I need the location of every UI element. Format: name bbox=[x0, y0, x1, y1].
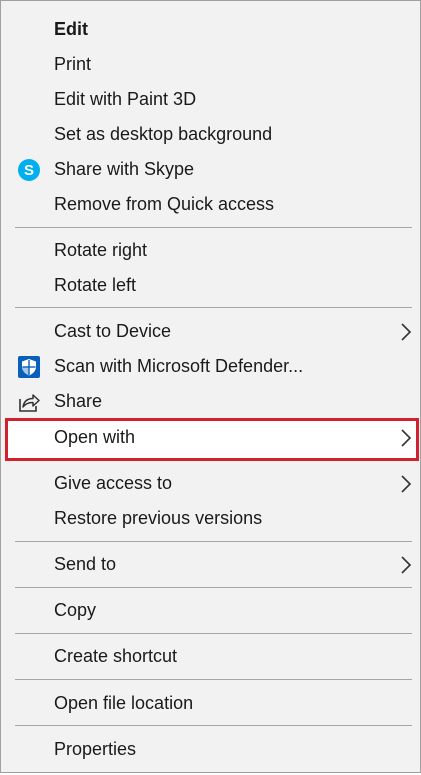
menu-item-label: Set as desktop background bbox=[54, 124, 273, 144]
menu-item-open-file-location[interactable]: Open file location bbox=[3, 686, 418, 721]
menu-item-label: Open file location bbox=[54, 693, 194, 713]
menu-item-set-desktop-background[interactable]: Set as desktop background bbox=[3, 117, 418, 152]
menu-item-send-to[interactable]: Send to bbox=[3, 547, 418, 582]
menu-item-scan-with-defender[interactable]: Scan with Microsoft Defender... bbox=[3, 349, 418, 384]
menu-item-label: Cast to Device bbox=[54, 321, 172, 341]
menu-separator bbox=[15, 679, 412, 680]
menu-separator bbox=[15, 541, 412, 542]
chevron-right-icon bbox=[400, 428, 412, 448]
menu-item-label: Give access to bbox=[54, 473, 173, 493]
menu-item-create-shortcut[interactable]: Create shortcut bbox=[3, 639, 418, 674]
menu-item-rotate-right[interactable]: Rotate right bbox=[3, 233, 418, 268]
menu-item-label: Edit with Paint 3D bbox=[54, 89, 197, 109]
menu-item-label: Rotate right bbox=[54, 240, 148, 260]
chevron-right-icon bbox=[400, 322, 412, 342]
menu-separator bbox=[15, 587, 412, 588]
menu-item-edit-with-paint-3d[interactable]: Edit with Paint 3D bbox=[3, 82, 418, 117]
menu-item-label: Remove from Quick access bbox=[54, 194, 275, 214]
share-icon bbox=[17, 390, 41, 414]
skype-letter: S bbox=[24, 162, 34, 179]
chevron-right-icon bbox=[400, 555, 412, 575]
menu-item-label: Print bbox=[54, 54, 92, 74]
menu-item-edit[interactable]: Edit bbox=[3, 12, 418, 47]
menu-item-label: Share with Skype bbox=[54, 159, 195, 179]
menu-item-open-with[interactable]: Open with bbox=[3, 420, 418, 455]
defender-shield-icon bbox=[17, 355, 41, 379]
menu-item-label: Restore previous versions bbox=[54, 508, 263, 528]
menu-separator bbox=[15, 633, 412, 634]
menu-item-properties[interactable]: Properties bbox=[3, 732, 418, 767]
menu-separator bbox=[15, 227, 412, 228]
menu-item-share[interactable]: Share bbox=[3, 384, 418, 419]
menu-separator bbox=[15, 307, 412, 308]
menu-item-label: Scan with Microsoft Defender... bbox=[54, 356, 304, 376]
menu-item-label: Create shortcut bbox=[54, 646, 178, 666]
menu-separator bbox=[15, 725, 412, 726]
menu-item-copy[interactable]: Copy bbox=[3, 593, 418, 628]
skype-icon: S bbox=[17, 158, 41, 182]
menu-item-rotate-left[interactable]: Rotate left bbox=[3, 268, 418, 303]
menu-item-label: Send to bbox=[54, 554, 117, 574]
menu-item-share-with-skype[interactable]: S Share with Skype bbox=[3, 152, 418, 187]
menu-item-label: Copy bbox=[54, 600, 97, 620]
context-menu: Edit Print Edit with Paint 3D Set as des… bbox=[0, 0, 421, 773]
menu-item-label: Share bbox=[54, 391, 103, 411]
menu-item-give-access-to[interactable]: Give access to bbox=[3, 466, 418, 501]
menu-item-label: Edit bbox=[54, 19, 88, 39]
menu-item-print[interactable]: Print bbox=[3, 47, 418, 82]
menu-item-remove-from-quick-access[interactable]: Remove from Quick access bbox=[3, 187, 418, 222]
chevron-right-icon bbox=[400, 474, 412, 494]
menu-item-restore-previous-versions[interactable]: Restore previous versions bbox=[3, 501, 418, 536]
menu-item-cast-to-device[interactable]: Cast to Device bbox=[3, 314, 418, 349]
menu-item-label: Rotate left bbox=[54, 275, 137, 295]
menu-item-label: Open with bbox=[54, 427, 136, 447]
menu-item-label: Properties bbox=[54, 739, 137, 759]
